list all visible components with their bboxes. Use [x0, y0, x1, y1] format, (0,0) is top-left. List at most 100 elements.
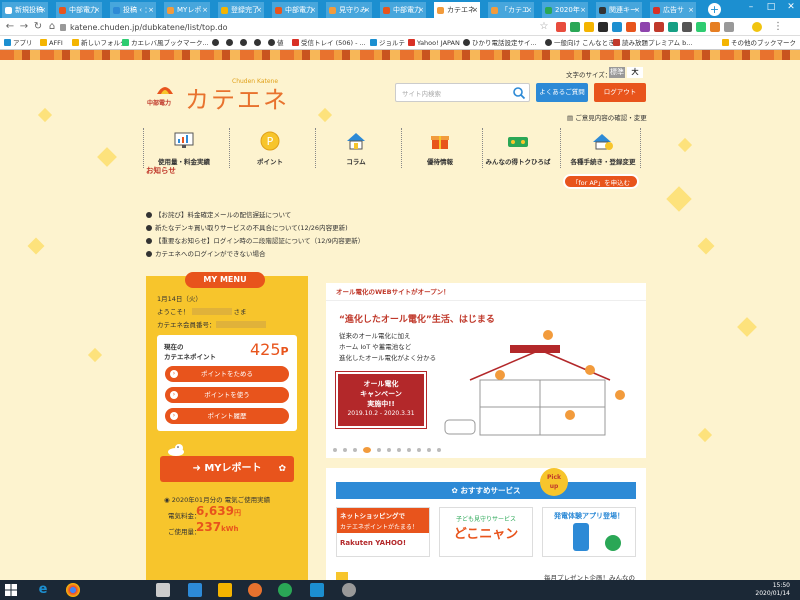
- reload-icon[interactable]: ↻: [32, 21, 44, 33]
- close-tab-icon[interactable]: ×: [148, 2, 154, 18]
- extension-icon[interactable]: [640, 22, 650, 32]
- bookmark-item[interactable]: ジョルテ: [370, 37, 405, 49]
- extension-icon[interactable]: [556, 22, 566, 32]
- search-input[interactable]: サイト内検索: [395, 83, 530, 102]
- bookmark-item[interactable]: AFFI: [40, 37, 63, 49]
- close-tab-icon[interactable]: ×: [364, 2, 370, 18]
- back-icon[interactable]: ←: [4, 21, 16, 33]
- for-ap-apply-button[interactable]: 「for AP」を申込む: [563, 174, 639, 189]
- campaign-box[interactable]: オール電化 キャンペーン 実施中!! 2019.10.2 - 2020.3.31: [335, 371, 427, 429]
- bookmark-item[interactable]: 読み放題プレミアム b...: [613, 37, 692, 49]
- rec-card-dokonyan[interactable]: 子ども見守りサービス どこニャン: [439, 507, 533, 557]
- bookmark-item[interactable]: 新しいフォルダ: [72, 37, 127, 49]
- bookmark-item[interactable]: Yahoo! JAPAN: [408, 37, 460, 49]
- close-tab-icon[interactable]: ×: [256, 2, 262, 18]
- browser-tab[interactable]: 投稿 ‹ ： ×: [110, 2, 157, 18]
- carousel-dot[interactable]: [407, 448, 411, 452]
- bookmark-item[interactable]: 一般向け こんなとき...: [545, 37, 621, 49]
- nav-column[interactable]: コラム: [320, 128, 392, 168]
- close-tab-icon[interactable]: ×: [202, 2, 208, 18]
- browser-tab[interactable]: カテエネ ×: [434, 2, 481, 18]
- app-icon[interactable]: [156, 583, 170, 597]
- bookmark-item[interactable]: [212, 37, 221, 49]
- bookmark-item[interactable]: 値: [268, 37, 284, 49]
- bookmark-item[interactable]: カエレバ風ブックマーク...: [122, 37, 209, 49]
- windows-start-icon[interactable]: [4, 583, 18, 597]
- avatar[interactable]: [752, 22, 762, 32]
- carousel-dot[interactable]: [333, 448, 337, 452]
- browser-tab[interactable]: MYレポ ×: [164, 2, 211, 18]
- close-tab-icon[interactable]: ×: [688, 2, 694, 18]
- extension-icon[interactable]: [682, 22, 692, 32]
- my-report-button[interactable]: ➜ MYレポート ✿: [160, 456, 294, 482]
- chuden-logo-icon[interactable]: [155, 82, 175, 96]
- extension-icon[interactable]: [668, 22, 678, 32]
- extension-icon[interactable]: [612, 22, 622, 32]
- carousel-dot[interactable]: [353, 448, 357, 452]
- point-history-button[interactable]: › ポイント履歴: [165, 408, 289, 424]
- menu-icon[interactable]: ⋮: [772, 21, 784, 33]
- extension-icon[interactable]: [696, 22, 706, 32]
- rec-card-shopping[interactable]: ネットショッピングで カテエネポイントがたまる！ Rakuten YAHOO!: [336, 507, 430, 557]
- katene-logo[interactable]: カテエネ: [185, 80, 289, 115]
- browser-tab[interactable]: 見守りみ ×: [326, 2, 373, 18]
- earn-points-button[interactable]: › ポイントをためる: [165, 366, 289, 382]
- carousel-dot[interactable]: [427, 448, 431, 452]
- font-standard-button[interactable]: 標準: [609, 67, 625, 78]
- browser-tab[interactable]: 「カテエ ×: [488, 2, 535, 18]
- extension-icon[interactable]: [570, 22, 580, 32]
- bookmark-item[interactable]: ひかり電話設定サイ...: [463, 37, 537, 49]
- nav-usage[interactable]: 使用量・料金実績: [148, 128, 220, 168]
- close-icon[interactable]: ✕: [782, 2, 800, 12]
- browser-tab[interactable]: 中部電力 ×: [272, 2, 319, 18]
- carousel-dot-active[interactable]: [363, 447, 371, 453]
- extension-icon[interactable]: [584, 22, 594, 32]
- use-points-button[interactable]: › ポイントを使う: [165, 387, 289, 403]
- forward-icon[interactable]: →: [18, 21, 30, 33]
- terms-link[interactable]: ▤ ご意見内容の確認・変更: [567, 112, 647, 122]
- close-tab-icon[interactable]: ×: [310, 2, 316, 18]
- news-item[interactable]: 【お詫び】料金確定メールの配信遅延について: [146, 209, 291, 219]
- ie-icon[interactable]: e: [36, 583, 50, 597]
- carousel-dot[interactable]: [343, 448, 347, 452]
- browser-tab[interactable]: 2020年 ×: [542, 2, 589, 18]
- extension-icon[interactable]: [598, 22, 608, 32]
- browser-tab[interactable]: 中部電力 ×: [380, 2, 427, 18]
- rec-card-app[interactable]: 発電体験アプリ登場！: [542, 507, 636, 557]
- browser-tab[interactable]: 関連キー ×: [596, 2, 643, 18]
- extension-icon[interactable]: [654, 22, 664, 32]
- maximize-icon[interactable]: □: [762, 2, 780, 12]
- nav-procedures[interactable]: 各種手続き・登録変更: [567, 128, 639, 168]
- close-tab-icon[interactable]: ×: [634, 2, 640, 18]
- news-item[interactable]: 【重要なお知らせ】ログイン時の二段階認証について（12/9内容更新）: [146, 235, 364, 245]
- minimize-icon[interactable]: –: [742, 2, 760, 12]
- close-tab-icon[interactable]: ×: [580, 2, 586, 18]
- app-icon[interactable]: [310, 583, 324, 597]
- url-field[interactable]: katene.chuden.jp/dubkatene/list/top.do: [60, 21, 530, 34]
- font-large-button[interactable]: 大: [627, 67, 643, 78]
- bookmark-item[interactable]: [226, 37, 235, 49]
- bookmark-apps[interactable]: アプリ: [4, 37, 33, 49]
- nav-hiroba[interactable]: みんなの得トクひろば: [482, 128, 554, 168]
- close-tab-icon[interactable]: ×: [94, 2, 100, 18]
- search-icon[interactable]: [512, 86, 526, 100]
- bookmark-other[interactable]: その他のブックマーク: [722, 37, 796, 49]
- carousel-dot[interactable]: [417, 448, 421, 452]
- bookmark-item[interactable]: 受信トレイ (506) - ...: [292, 37, 366, 49]
- browser-tab[interactable]: 登録完了 ×: [218, 2, 265, 18]
- app-icon[interactable]: [342, 583, 356, 597]
- home-icon[interactable]: ⌂: [46, 21, 58, 33]
- close-tab-icon[interactable]: ×: [472, 2, 478, 18]
- system-clock[interactable]: 15:50 2020/01/14: [755, 582, 790, 598]
- app-icon[interactable]: [278, 583, 292, 597]
- extension-icon[interactable]: [724, 22, 734, 32]
- folder-icon[interactable]: [218, 583, 232, 597]
- carousel-dot[interactable]: [387, 448, 391, 452]
- carousel-dot[interactable]: [437, 448, 441, 452]
- extension-icon[interactable]: [626, 22, 636, 32]
- nav-benefits[interactable]: 優待情報: [404, 128, 476, 168]
- new-tab-button[interactable]: +: [708, 3, 721, 16]
- browser-tab[interactable]: 中部電力 ×: [56, 2, 103, 18]
- extension-icon[interactable]: [710, 22, 720, 32]
- bookmark-item[interactable]: [254, 37, 263, 49]
